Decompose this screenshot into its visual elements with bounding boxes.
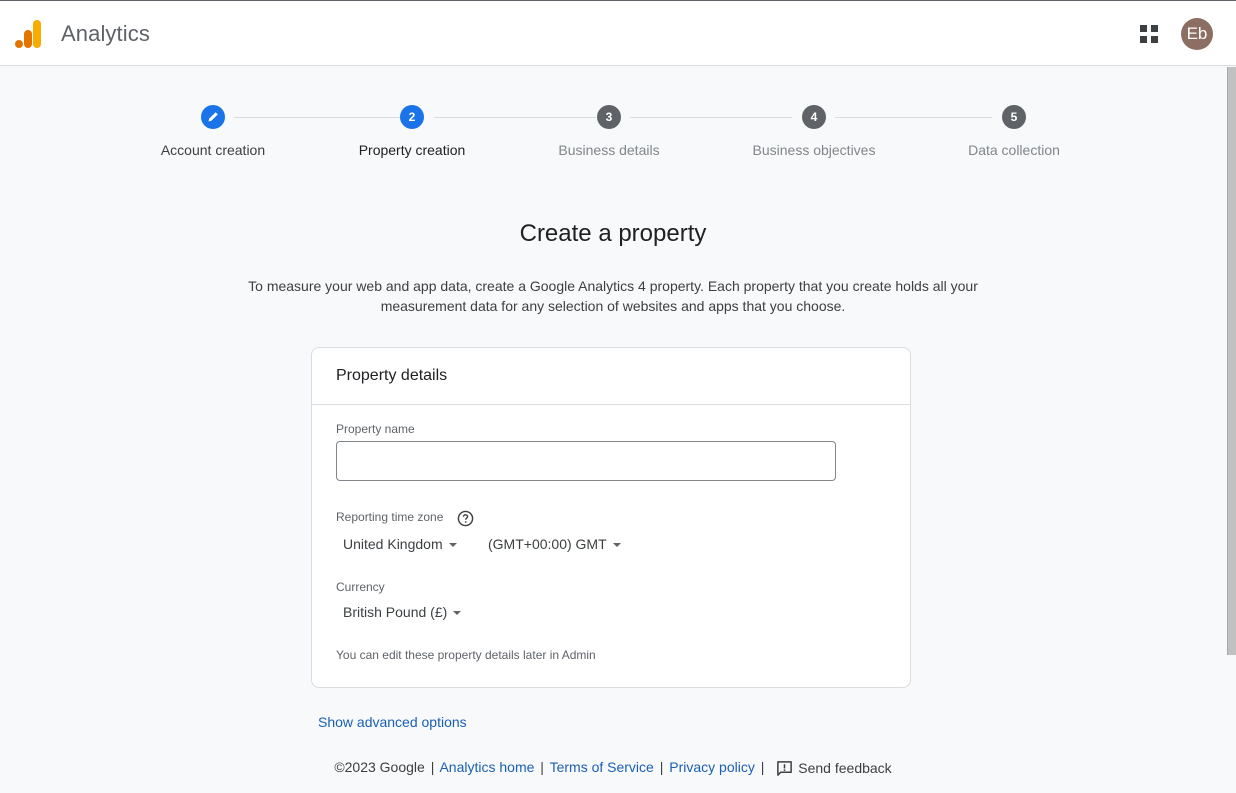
help-icon[interactable] bbox=[457, 510, 474, 527]
intro-line: To measure your web and app data, create… bbox=[248, 278, 978, 294]
footer-separator: | bbox=[430, 759, 435, 775]
step-label: Data collection bbox=[968, 142, 1060, 158]
analytics-logo-icon bbox=[15, 20, 41, 48]
step-marker: 2 bbox=[400, 105, 424, 129]
footer-separator: | bbox=[540, 759, 544, 775]
dropdown-arrow-icon bbox=[448, 543, 457, 548]
terms-of-service-link[interactable]: Terms of Service bbox=[550, 759, 654, 775]
step-marker: 4 bbox=[802, 105, 826, 129]
step-label: Account creation bbox=[160, 142, 266, 158]
step-data-collection[interactable]: 5 Data collection bbox=[934, 105, 1094, 158]
step-label: Business objectives bbox=[752, 142, 876, 158]
currency-dropdown[interactable]: British Pound (£) bbox=[343, 604, 462, 620]
send-feedback-button[interactable]: Send feedback bbox=[776, 760, 892, 777]
top-app-bar: Analytics Eb bbox=[0, 0, 1236, 66]
privacy-policy-link[interactable]: Privacy policy bbox=[669, 759, 755, 775]
timezone-dropdown[interactable]: (GMT+00:00) GMT bbox=[488, 536, 621, 552]
dropdown-value: United Kingdom bbox=[343, 536, 443, 552]
scrollbar-thumb[interactable] bbox=[1227, 67, 1236, 655]
step-marker: 5 bbox=[1002, 105, 1026, 129]
intro-text: To measure your web and app data, create… bbox=[205, 276, 1021, 316]
footer-separator: | bbox=[760, 759, 765, 775]
dropdown-arrow-icon bbox=[453, 611, 462, 616]
app-title: Analytics bbox=[61, 21, 150, 46]
dropdown-value: (GMT+00:00) GMT bbox=[488, 536, 607, 552]
footer: ©2023 Google | Analytics home | Terms of… bbox=[0, 759, 1226, 777]
timezone-label: Reporting time zone bbox=[336, 510, 444, 524]
pencil-icon bbox=[208, 112, 218, 122]
feedback-icon bbox=[777, 760, 793, 776]
step-business-objectives[interactable]: 4 Business objectives bbox=[734, 105, 894, 158]
step-marker bbox=[201, 105, 225, 129]
intro-line: measurement data for any selection of we… bbox=[380, 298, 846, 314]
step-label: Business details bbox=[558, 142, 660, 158]
step-label: Property creation bbox=[358, 142, 466, 158]
analytics-home-link[interactable]: Analytics home bbox=[439, 759, 534, 775]
footer-separator: | bbox=[659, 759, 664, 775]
show-advanced-options-link[interactable]: Show advanced options bbox=[318, 714, 467, 730]
dropdown-value: British Pound (£) bbox=[343, 604, 448, 620]
account-avatar[interactable]: Eb bbox=[1181, 18, 1213, 50]
apps-grid-icon[interactable] bbox=[1137, 22, 1161, 46]
currency-label: Currency bbox=[336, 580, 385, 594]
page-title: Create a property bbox=[519, 220, 707, 247]
property-name-input[interactable] bbox=[336, 441, 836, 481]
copyright: ©2023 Google bbox=[334, 759, 425, 775]
timezone-country-dropdown[interactable]: United Kingdom bbox=[343, 536, 457, 552]
step-account-creation[interactable]: Account creation bbox=[133, 105, 293, 158]
edit-later-note: You can edit these property details late… bbox=[336, 648, 596, 662]
step-marker: 3 bbox=[597, 105, 621, 129]
dropdown-arrow-icon bbox=[612, 543, 621, 548]
step-property-creation[interactable]: 2 Property creation bbox=[332, 105, 492, 158]
send-feedback-label: Send feedback bbox=[798, 760, 892, 777]
step-business-details[interactable]: 3 Business details bbox=[529, 105, 689, 158]
property-name-label: Property name bbox=[336, 422, 415, 436]
card-title: Property details bbox=[312, 348, 910, 405]
property-details-card: Property details Property name Reporting… bbox=[311, 347, 911, 688]
